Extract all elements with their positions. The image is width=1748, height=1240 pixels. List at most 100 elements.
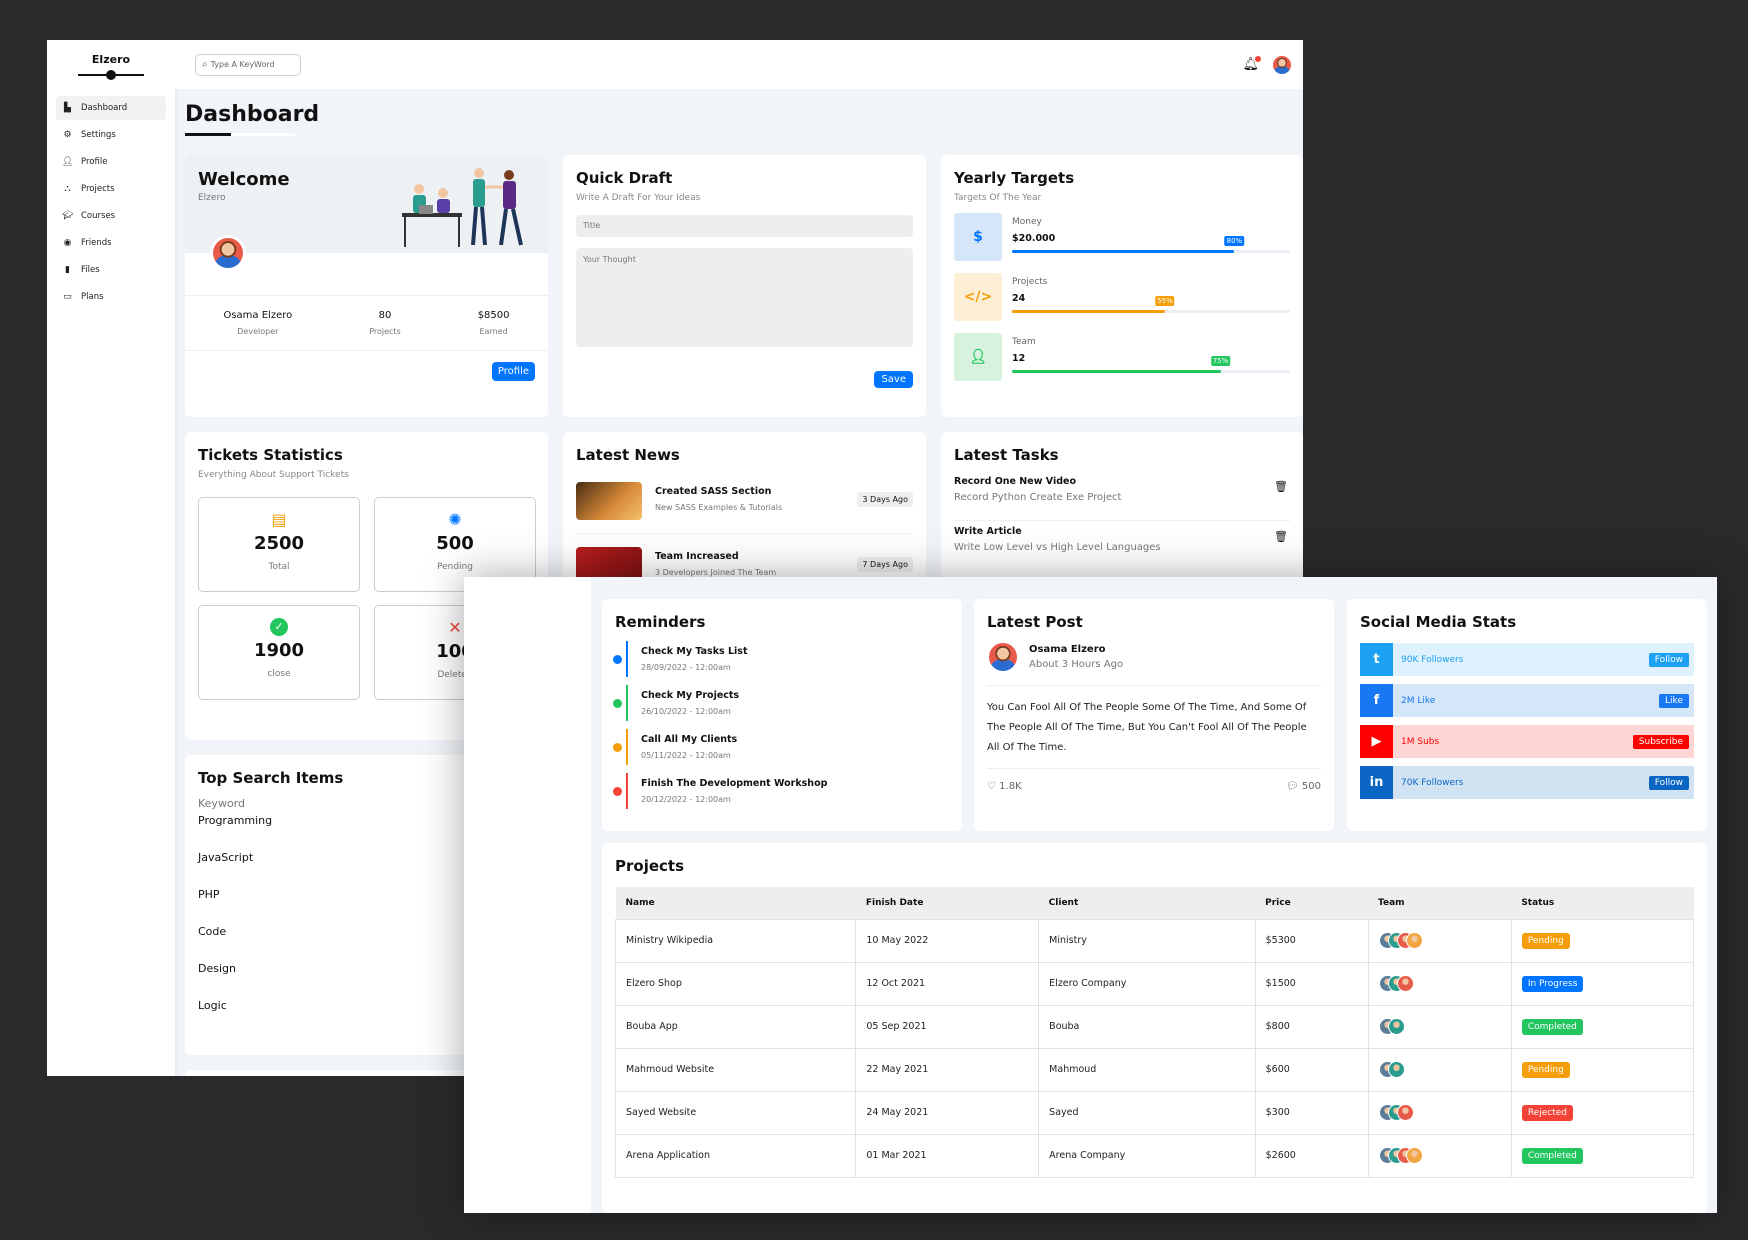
reminder-item: Finish The Development Workshop 20/12/202… (613, 773, 949, 817)
projects-table: Name Finish Date Client Price Team Status Min… (614, 887, 1695, 1178)
sidebar-item-label: Dashboard (81, 103, 128, 113)
welcome-illustration (402, 168, 523, 247)
reminder-dot (613, 787, 622, 796)
cell-team (1367, 1047, 1512, 1092)
sidebar-item-settings[interactable]: ⚙ Settings (56, 123, 166, 147)
cell-price: $1500 (1254, 961, 1369, 1006)
sidebar-item-plans[interactable]: ▭ Plans (56, 285, 166, 309)
tickets-title: Tickets Statistics (198, 446, 343, 464)
cell-date: 10 May 2022 (855, 918, 1040, 963)
status-badge: Completed (1521, 1018, 1583, 1035)
gear-icon: ⚙ (63, 130, 72, 140)
status-badge: Pending (1521, 932, 1570, 949)
search-input[interactable]: ⌕ Type A KeyWord (195, 53, 301, 76)
trash-icon[interactable]: 🗑︎ (1274, 530, 1288, 543)
team-member-avatar (1387, 1061, 1405, 1078)
task-title: Record One New Video (954, 476, 1076, 487)
task-desc: Record Python Create Exe Project (954, 492, 1122, 503)
sidebar-item-label: Projects (81, 184, 115, 194)
news-item[interactable]: Created SASS Section New SASS Examples &… (576, 482, 913, 534)
cell-client: Ministry (1038, 918, 1256, 963)
post-author-avatar (987, 641, 1019, 673)
latest-post-card: Latest Post Osama Elzero About 3 Hours A… (974, 599, 1334, 831)
social-follow-button[interactable]: Follow (1648, 775, 1689, 790)
target-percent: 80% (1224, 236, 1245, 246)
task-desc: Write Low Level vs High Level Languages (954, 542, 1161, 553)
code-icon: </> (954, 273, 1002, 321)
cell-team (1367, 1133, 1512, 1178)
cell-date: 12 Oct 2021 (855, 961, 1040, 1006)
column-header: Client (1038, 887, 1256, 919)
money-icon: $ (954, 213, 1002, 261)
reminder-item: Check My Tasks List 28/09/2022 - 12:00am (613, 641, 949, 685)
sidebar-item-label: Plans (81, 292, 104, 302)
sidebar-item-files[interactable]: ▮ Files (56, 258, 166, 282)
profile-button[interactable]: Profile (491, 362, 535, 381)
reminders-list: Check My Tasks List 28/09/2022 - 12:00am C… (613, 641, 949, 817)
cell-date: 05 Sep 2021 (855, 1004, 1040, 1049)
welcome-stat-name: Osama Elzero Developer (223, 310, 293, 336)
welcome-stats: Osama Elzero Developer 80 Projects $8500… (185, 295, 548, 351)
reminder-dot (613, 743, 622, 752)
draft-body-textarea[interactable]: Your Thought (576, 248, 913, 347)
team-member-avatar (1405, 932, 1423, 949)
ticket-box-total: ▤ 2500 Total (198, 497, 360, 592)
cell-status: Pending (1510, 918, 1695, 963)
quick-draft-card: Quick Draft Write A Draft For Your Ideas… (563, 155, 926, 417)
social-like-button[interactable]: Like (1659, 693, 1689, 708)
team-member-avatar (1396, 975, 1414, 992)
yearly-targets-title: Yearly Targets (954, 169, 1075, 187)
reminder-item: Call All My Clients 05/11/2022 - 12:00am (613, 729, 949, 773)
cell-date: 01 Mar 2021 (855, 1133, 1040, 1178)
projects-title: Projects (615, 857, 685, 875)
notification-dot (1255, 56, 1261, 62)
table-row: Sayed Website 24 May 2021 Sayed $300 Rejecte… (614, 1090, 1695, 1135)
social-follow-button[interactable]: Follow (1648, 652, 1689, 667)
save-button[interactable]: Save (874, 371, 913, 388)
reminder-bar (626, 685, 628, 721)
cell-status: Completed (1510, 1004, 1695, 1049)
social-row: t 90K Followers Follow (1360, 643, 1694, 676)
user-avatar[interactable] (1271, 53, 1293, 76)
sidebar-item-dashboard[interactable]: ▙ Dashboard (56, 96, 166, 120)
post-time: About 3 Hours Ago (1029, 659, 1124, 670)
sidebar-item-label: Friends (81, 238, 112, 248)
user-circle-icon: ◉ (63, 238, 72, 248)
cell-client: Arena Company (1038, 1133, 1256, 1178)
social-subscribe-button[interactable]: Subscribe (1632, 734, 1689, 749)
cell-name: Elzero Shop (614, 961, 857, 1006)
credit-card-icon: ▭ (63, 292, 72, 302)
social-stat-text: 70K Followers (1401, 777, 1464, 788)
like-stat[interactable]: ♡ 1.8K (987, 781, 1022, 792)
news-desc: New SASS Examples & Tutorials (655, 503, 783, 512)
bell-icon[interactable]: 🔔︎ (1242, 56, 1261, 72)
cell-price: $800 (1254, 1004, 1369, 1049)
target-label: Team (1012, 337, 1036, 347)
sidebar-item-courses[interactable]: 🎓︎ Courses (56, 204, 166, 228)
sidebar-item-profile[interactable]: 👤︎ Profile (56, 150, 166, 174)
file-icon: ▮ (65, 265, 70, 275)
yearly-targets-subtitle: Targets Of The Year (954, 193, 1042, 203)
sidebar-item-projects[interactable]: ⛬ Projects (56, 177, 166, 201)
table-row: Bouba App 05 Sep 2021 Bouba $800 Completed (614, 1004, 1695, 1049)
sidebar-item-label: Files (81, 265, 100, 275)
comment-stat[interactable]: 💬︎ 500 (1286, 781, 1321, 792)
reminder-date: 05/11/2022 - 12:00am (641, 751, 731, 760)
user-icon: 👤︎ (62, 157, 74, 167)
draft-title-input[interactable]: Title (576, 215, 913, 237)
social-stat-text: 90K Followers (1401, 654, 1464, 665)
sidebar-item-friends[interactable]: ◉ Friends (56, 231, 166, 255)
reminder-date: 28/09/2022 - 12:00am (641, 663, 731, 672)
news-thumbnail (576, 482, 642, 520)
sidebar-item-label: Courses (81, 211, 116, 221)
column-header: Price (1255, 887, 1369, 919)
target-progress-bar: 80% (1012, 236, 1290, 253)
reminder-date: 20/12/2022 - 12:00am (641, 795, 731, 804)
reminder-title: Check My Tasks List (641, 646, 748, 657)
trash-icon[interactable]: 🗑︎ (1274, 480, 1288, 493)
reminders-title: Reminders (615, 613, 706, 631)
column-header: Status (1511, 887, 1694, 919)
cell-price: $600 (1254, 1047, 1369, 1092)
sidebar (464, 577, 591, 1213)
sidebar-item-label: Settings (81, 130, 116, 140)
